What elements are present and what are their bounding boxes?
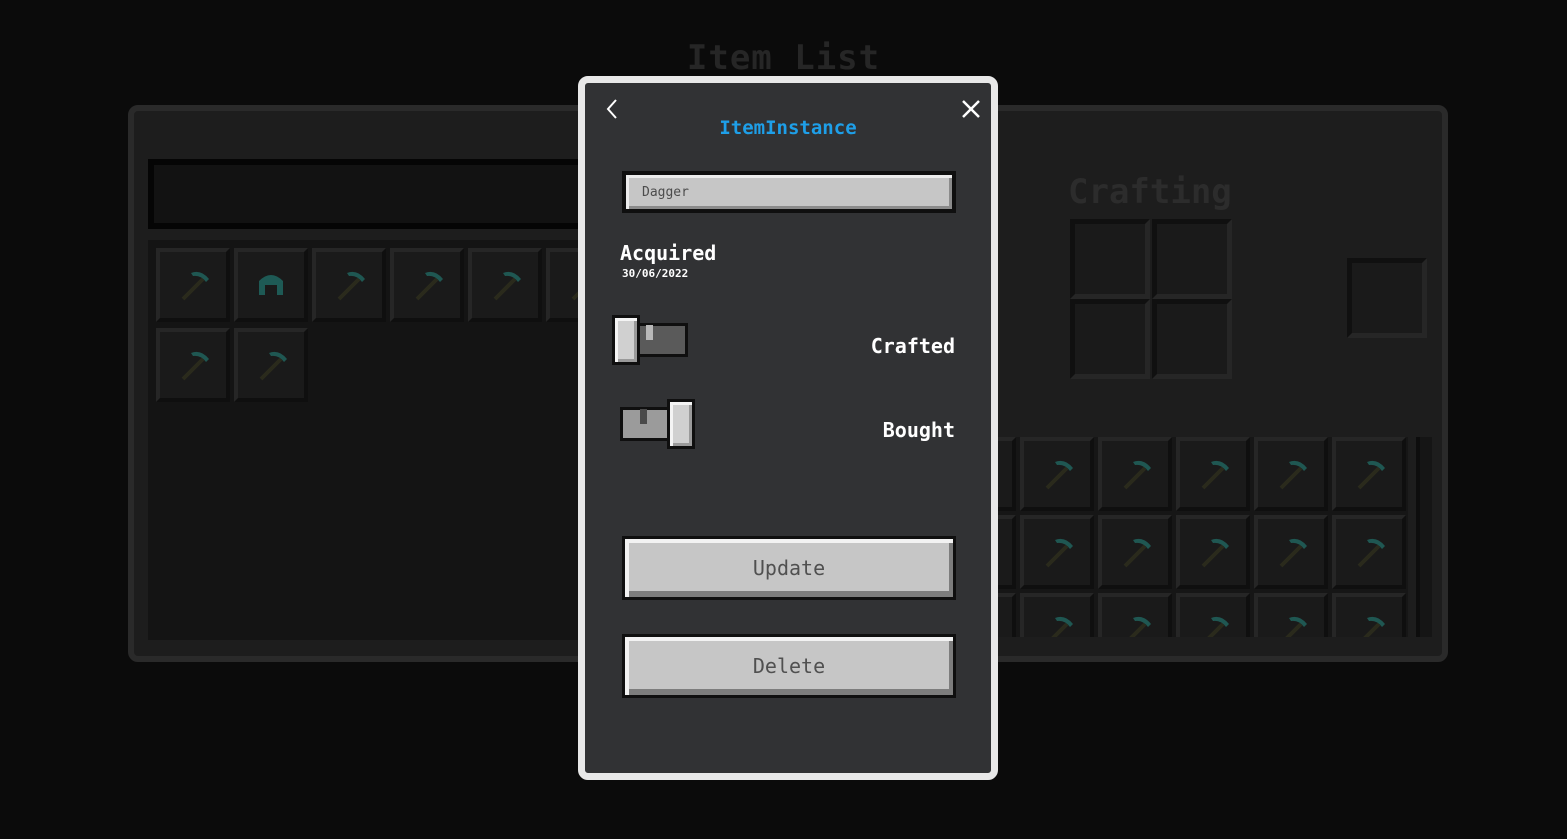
crafted-label: Crafted xyxy=(870,334,955,358)
crafting-slot[interactable] xyxy=(1070,299,1150,379)
pickaxe-icon xyxy=(998,532,999,572)
bought-toggle[interactable] xyxy=(612,399,702,451)
item-slot[interactable] xyxy=(1332,593,1406,637)
toggle-notch xyxy=(646,325,653,340)
page-title: Item List xyxy=(686,38,881,78)
pickaxe-icon xyxy=(1201,460,1229,490)
pickaxe-icon xyxy=(1123,460,1151,490)
pickaxe-icon xyxy=(998,610,999,637)
item-slot[interactable] xyxy=(1176,593,1250,637)
pickaxe-icon xyxy=(1201,538,1229,568)
app-stage: Item List Crafting ItemInstance Acquired… xyxy=(0,0,1567,839)
item-slot[interactable] xyxy=(998,593,1016,637)
item-slot[interactable] xyxy=(234,328,308,402)
item-slot[interactable] xyxy=(390,248,464,322)
pickaxe-icon xyxy=(259,351,287,381)
helmet-icon xyxy=(259,275,283,295)
pickaxe-icon xyxy=(1045,460,1073,490)
pickaxe-icon xyxy=(181,351,209,381)
item-slot[interactable] xyxy=(1254,593,1328,637)
update-button[interactable]: Update xyxy=(622,536,956,600)
toggle-knob[interactable] xyxy=(667,399,695,449)
item-slot[interactable] xyxy=(468,248,542,322)
item-slot[interactable] xyxy=(1254,515,1328,589)
item-slot[interactable] xyxy=(1254,437,1328,511)
pickaxe-icon xyxy=(1207,616,1229,637)
item-slot[interactable] xyxy=(1176,437,1250,511)
crafting-slot[interactable] xyxy=(1070,219,1150,299)
pickaxe-icon xyxy=(1357,460,1385,490)
item-slot[interactable] xyxy=(1020,515,1094,589)
inventory-grid xyxy=(998,437,1408,637)
item-slot[interactable] xyxy=(234,248,308,322)
pickaxe-icon xyxy=(337,271,365,301)
item-slot[interactable] xyxy=(312,248,386,322)
crafting-slot[interactable] xyxy=(1152,219,1232,299)
dialog-title: ItemInstance xyxy=(719,117,857,139)
item-list xyxy=(148,240,620,640)
pickaxe-icon xyxy=(1129,616,1151,637)
pickaxe-icon xyxy=(1285,616,1307,637)
item-slot[interactable] xyxy=(1020,593,1094,637)
crafting-output-slot[interactable] xyxy=(1347,258,1427,338)
item-instance-dialog: ItemInstance Acquired 30/06/2022 Crafted… xyxy=(578,76,998,780)
search-bar[interactable] xyxy=(148,159,598,229)
toggle-knob[interactable] xyxy=(612,315,640,365)
pickaxe-icon xyxy=(181,271,209,301)
item-slot[interactable] xyxy=(1098,437,1172,511)
item-slot[interactable] xyxy=(1098,593,1172,637)
pickaxe-icon xyxy=(415,271,443,301)
item-slot[interactable] xyxy=(1332,515,1406,589)
item-slot[interactable] xyxy=(1332,437,1406,511)
inventory-scrollbar[interactable] xyxy=(1416,437,1432,637)
pickaxe-icon xyxy=(1051,616,1073,637)
pickaxe-icon xyxy=(493,271,521,301)
acquired-label: Acquired xyxy=(620,241,717,265)
pickaxe-icon xyxy=(1357,538,1385,568)
item-slot[interactable] xyxy=(1020,437,1094,511)
pickaxe-icon xyxy=(998,454,999,494)
crafted-toggle[interactable] xyxy=(612,315,702,367)
bought-label: Bought xyxy=(882,418,955,442)
item-name-field[interactable] xyxy=(622,171,956,213)
item-slot[interactable] xyxy=(998,515,1016,589)
crafting-slot[interactable] xyxy=(1152,299,1232,379)
pickaxe-icon xyxy=(1045,538,1073,568)
pickaxe-icon xyxy=(1279,538,1307,568)
acquired-date: 30/06/2022 xyxy=(622,267,689,280)
item-slot[interactable] xyxy=(1098,515,1172,589)
pickaxe-icon xyxy=(1279,460,1307,490)
delete-button[interactable]: Delete xyxy=(622,634,956,698)
item-slot[interactable] xyxy=(156,328,230,402)
item-slot[interactable] xyxy=(998,437,1016,511)
item-slot[interactable] xyxy=(1176,515,1250,589)
crafting-label: Crafting xyxy=(1068,172,1232,212)
toggle-notch xyxy=(640,409,647,424)
pickaxe-icon xyxy=(1363,616,1385,637)
item-slot[interactable] xyxy=(156,248,230,322)
pickaxe-icon xyxy=(1123,538,1151,568)
